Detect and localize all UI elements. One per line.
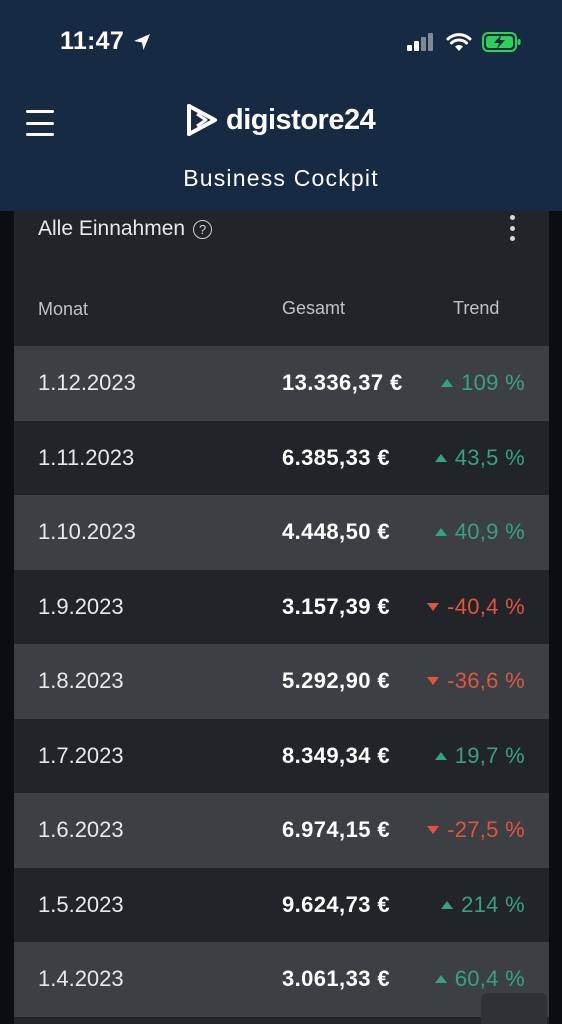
logo-text: digistore24 [226, 103, 376, 136]
row-total: 13.336,37 € [282, 370, 403, 396]
trend-down-icon [427, 826, 440, 835]
row-month: 1.9.2023 [38, 593, 124, 619]
table-row[interactable]: 1.11.2023 6.385,33 € 43,5 % [14, 421, 549, 496]
hamburger-menu-icon [26, 110, 54, 113]
trend-value: -40,4 % [447, 593, 525, 619]
row-month: 1.8.2023 [38, 668, 124, 694]
row-month: 1.12.2023 [38, 370, 136, 396]
trend-value: 40,9 % [454, 519, 525, 545]
table-row[interactable]: 1.7.2023 8.349,34 € 19,7 % [14, 719, 549, 794]
card-title: Alle Einnahmen ? [38, 217, 213, 241]
row-trend: -27,5 % [427, 817, 525, 843]
trend-up-icon [434, 453, 447, 462]
trend-up-icon [441, 900, 454, 909]
table-row[interactable]: 1.5.2023 9.624,73 € 214 % [14, 868, 549, 943]
more-vertical-icon [509, 215, 515, 220]
scroll-to-top-button[interactable] [481, 993, 547, 1024]
app-header: 11:47 digistore24 Business Cockpit [0, 0, 562, 211]
status-icons [406, 31, 522, 53]
income-table: 1.12.2023 13.336,37 € 109 % 1.11.2023 6.385,… [14, 346, 549, 1017]
menu-button[interactable] [26, 110, 54, 136]
trend-up-icon [434, 751, 447, 760]
income-card: Alle Einnahmen ? Monat Gesamt Trend 1.12… [14, 211, 549, 1024]
battery-charging-icon [482, 32, 521, 52]
row-trend: -40,4 % [427, 594, 525, 620]
table-row[interactable]: 1.4.2023 3.061,33 € 60,4 % [14, 942, 549, 1017]
row-total: 4.448,50 € [282, 519, 390, 545]
trend-value: 109 % [461, 370, 525, 396]
row-trend: 19,7 % [434, 742, 525, 769]
table-row[interactable]: 1.9.2023 3.157,39 € -40,4 % [14, 570, 549, 645]
row-total: 3.157,39 € [282, 593, 390, 619]
page-title: Business Cockpit [183, 165, 379, 191]
column-header-month[interactable]: Monat [38, 299, 88, 320]
column-header-total[interactable]: Gesamt [282, 298, 345, 319]
table-row[interactable]: 1.8.2023 5.292,90 € -36,6 % [14, 644, 549, 719]
trend-up-icon [434, 975, 447, 984]
row-month: 1.7.2023 [38, 742, 124, 768]
row-trend: 214 % [441, 892, 525, 918]
row-month: 1.6.2023 [38, 817, 124, 843]
row-total: 8.349,34 € [282, 742, 390, 768]
trend-value: 19,7 % [454, 742, 525, 768]
trend-up-icon [441, 379, 454, 388]
row-month: 1.11.2023 [38, 444, 135, 470]
trend-value: 214 % [461, 891, 525, 917]
row-total: 6.974,15 € [282, 817, 390, 843]
row-total: 5.292,90 € [282, 668, 390, 694]
column-header-trend[interactable]: Trend [453, 298, 499, 319]
status-time: 11:47 [60, 27, 152, 56]
trend-up-icon [434, 528, 447, 537]
help-icon[interactable]: ? [193, 219, 213, 239]
row-trend: -36,6 % [427, 668, 525, 694]
trend-value: -36,6 % [447, 668, 525, 694]
trend-value: 43,5 % [454, 444, 525, 470]
table-row[interactable]: 1.10.2023 4.448,50 € 40,9 % [14, 495, 549, 570]
row-total: 3.061,33 € [282, 966, 390, 992]
cellular-signal-icon [407, 33, 433, 51]
more-options-button[interactable] [507, 215, 517, 241]
row-total: 6.385,33 € [282, 444, 390, 470]
table-row[interactable]: 1.6.2023 6.974,15 € -27,5 % [14, 793, 549, 868]
row-trend: 43,5 % [434, 444, 525, 471]
row-trend: 40,9 % [434, 519, 525, 545]
row-month: 1.10.2023 [38, 519, 136, 545]
time-text: 11:47 [60, 27, 125, 55]
trend-value: 60,4 % [454, 966, 525, 992]
row-month: 1.5.2023 [38, 891, 124, 917]
location-arrow-icon [134, 33, 151, 50]
digistore-logo-icon [187, 104, 217, 136]
trend-down-icon [427, 677, 440, 686]
trend-down-icon [427, 602, 440, 611]
status-bar: 11:47 [0, 0, 562, 84]
trend-value: -27,5 % [447, 817, 525, 843]
row-total: 9.624,73 € [282, 891, 390, 917]
card-title-text: Alle Einnahmen [38, 217, 186, 240]
app-logo: digistore24 [184, 102, 376, 138]
wifi-icon [446, 33, 472, 51]
row-trend: 60,4 % [434, 966, 525, 992]
row-month: 1.4.2023 [38, 966, 124, 992]
row-trend: 109 % [441, 370, 525, 396]
table-row[interactable]: 1.12.2023 13.336,37 € 109 % [14, 346, 549, 421]
